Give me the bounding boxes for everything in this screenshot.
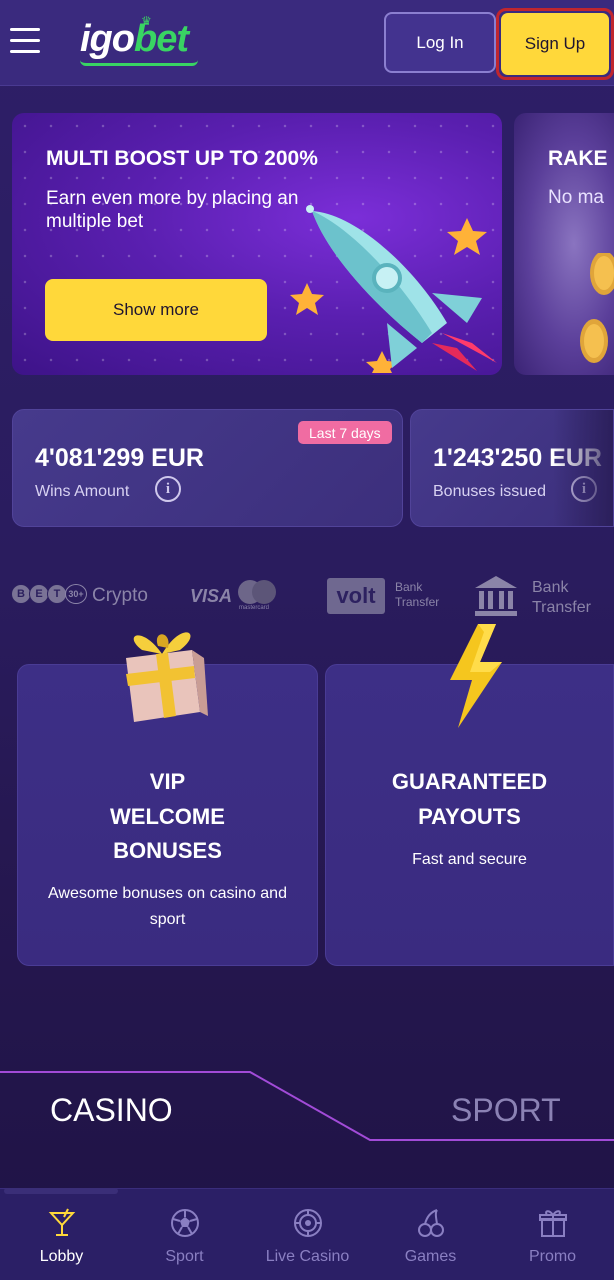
nav-label: Games (404, 1248, 457, 1265)
feature-subtitle: Awesome bonuses on casino and sport (48, 885, 287, 928)
promo-banner-next[interactable]: RAKE No ma (514, 113, 614, 375)
signup-button-outline: Sign Up (496, 8, 614, 80)
roulette-icon (293, 1209, 322, 1237)
crypto-label: Crypto (92, 585, 148, 606)
stat-label: Wins Amount (35, 483, 130, 500)
mastercard-logo: mastercard (238, 580, 278, 611)
bank-icon (475, 576, 517, 616)
stat-label: Bonuses issued (433, 483, 546, 500)
header: igobet ♛ Log In Sign Up (0, 0, 614, 86)
payment-methods: B E T 30+ Crypto VISA mastercard volt Ba… (0, 568, 614, 628)
stat-value: 4'081'299 EUR (35, 444, 204, 472)
section-tabs: CASINO SPORT (0, 1060, 614, 1150)
rocket-icon (290, 205, 497, 373)
volt-logo: volt (327, 578, 385, 614)
nav-item-games[interactable]: Games (369, 1189, 492, 1280)
volt-sublabel: Bank Transfer (395, 580, 440, 609)
soccer-ball-icon (170, 1209, 199, 1237)
menu-icon[interactable] (10, 28, 40, 56)
gift-icon (126, 632, 208, 722)
crypto-coins-icon: B E T 30+ (11, 584, 87, 604)
promo-banner[interactable]: MULTI BOOST UP TO 200% Earn even more by… (12, 113, 502, 375)
info-icon[interactable]: i (155, 476, 181, 502)
show-more-button[interactable]: Show more (45, 279, 267, 341)
nav-handle (4, 1188, 118, 1194)
nav-label: Live Casino (265, 1248, 350, 1265)
gift-icon (538, 1210, 567, 1237)
feature-title: VIP WELCOME BONUSES (110, 769, 225, 863)
nav-label: Sport (165, 1248, 204, 1265)
banner-title: MULTI BOOST UP TO 200% (46, 147, 318, 170)
signup-button[interactable]: Sign Up (501, 13, 609, 75)
tab-sport[interactable]: SPORT (451, 1092, 561, 1129)
coins-icon (580, 253, 614, 363)
login-button[interactable]: Log In (384, 12, 496, 73)
feature-title: GUARANTEED PAYOUTS (391, 769, 548, 829)
bank-transfer-label: Bank Transfer (532, 579, 591, 616)
nav-item-promo[interactable]: Promo (491, 1189, 614, 1280)
crown-icon: ♛ (141, 14, 152, 28)
stat-card-bonuses: 1'243'250 EUR Bonuses issued i (410, 409, 614, 527)
cocktail-icon (48, 1208, 75, 1236)
nav-label: Promo (528, 1248, 577, 1265)
nav-label: Lobby (39, 1248, 84, 1265)
bottom-nav: Lobby Sport Live Casino Games Promo (0, 1188, 614, 1280)
nav-item-live-casino[interactable]: Live Casino (246, 1189, 369, 1280)
cherries-icon (417, 1209, 444, 1237)
period-badge: Last 7 days (298, 421, 392, 444)
nav-item-sport[interactable]: Sport (123, 1189, 246, 1280)
banner-next-subtitle: No ma (548, 187, 604, 208)
tab-casino[interactable]: CASINO (50, 1092, 173, 1129)
banner-subtitle: Earn even more by placing an multiple be… (46, 188, 299, 232)
feature-subtitle: Fast and secure (412, 851, 527, 868)
lightning-icon (450, 624, 502, 728)
visa-logo: VISA (190, 586, 233, 606)
logo[interactable]: igobet ♛ (80, 14, 198, 66)
stat-card-wins: Last 7 days 4'081'299 EUR Wins Amount i (12, 409, 403, 527)
banner-next-title: RAKE (548, 147, 608, 170)
nav-item-lobby[interactable]: Lobby (0, 1189, 123, 1280)
